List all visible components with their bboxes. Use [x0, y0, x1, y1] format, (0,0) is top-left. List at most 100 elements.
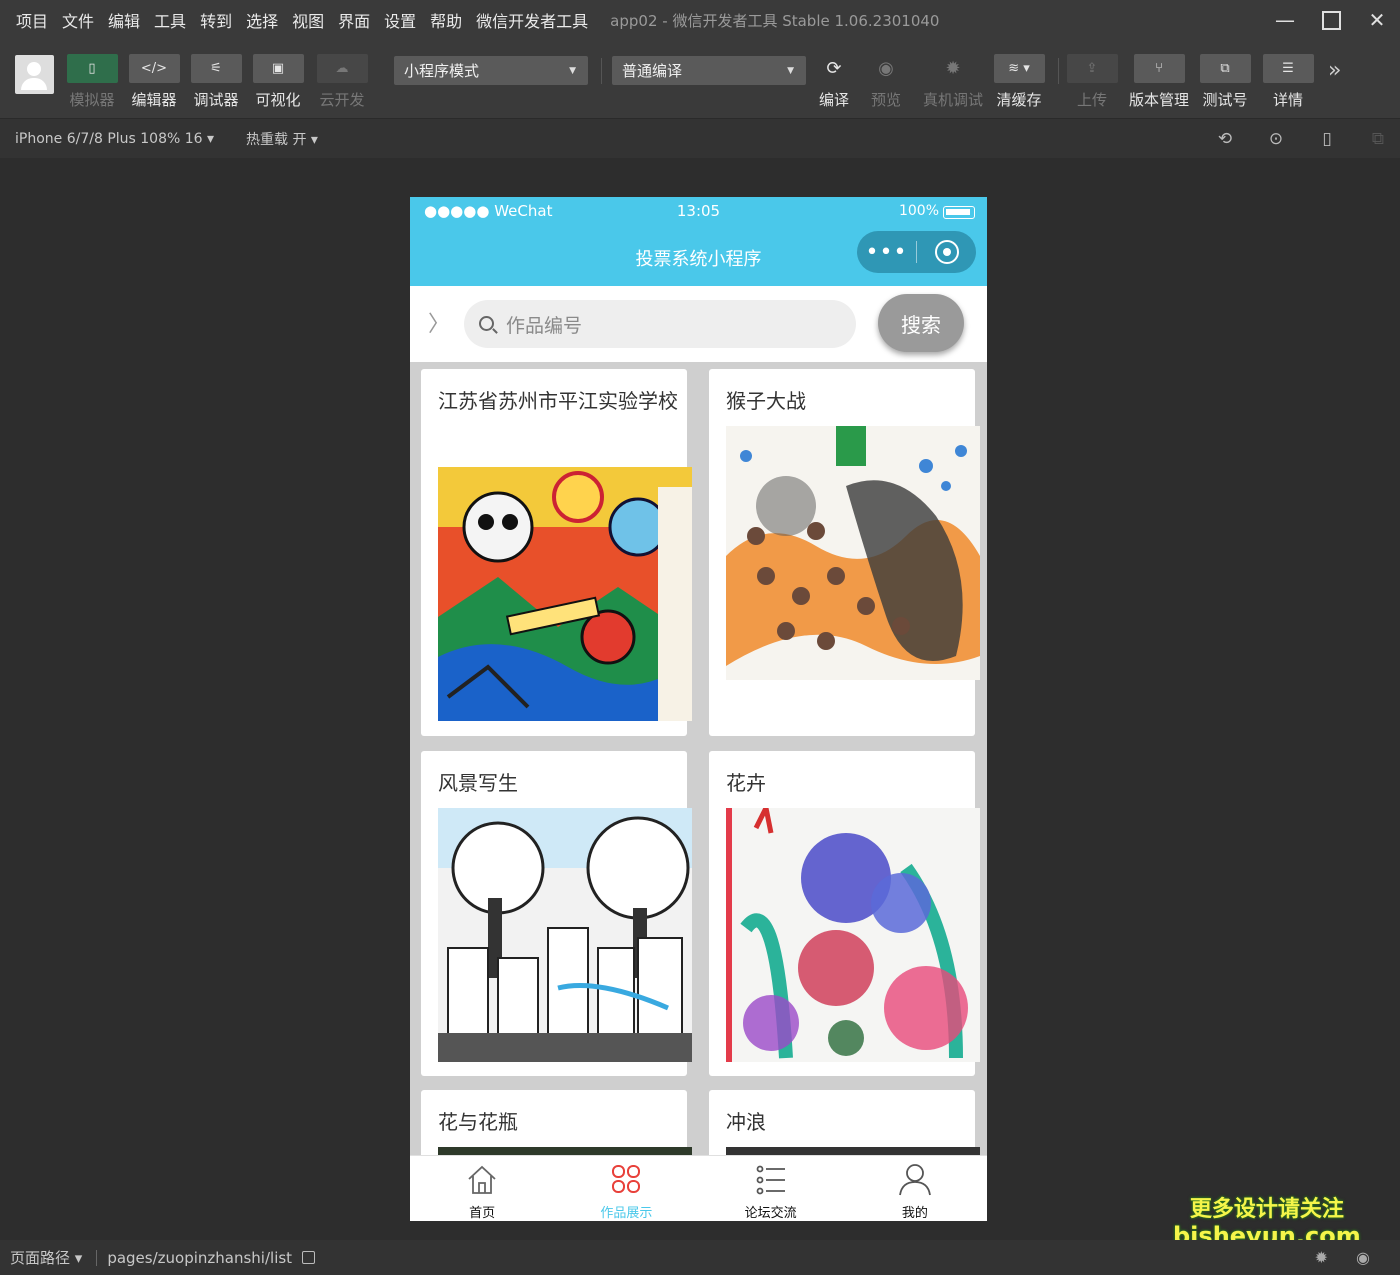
simulator-bar: iPhone 6/7/8 Plus 108% 16 ▾ 热重载 开 ▾ ⟲ ⊙ …	[0, 118, 1400, 158]
device-icon[interactable]: ▯	[1317, 129, 1337, 149]
chevron-right-icon[interactable]: 〉	[428, 306, 450, 338]
tab-works[interactable]: 作品展示	[554, 1156, 698, 1221]
sliders-icon: ⚟	[190, 54, 242, 83]
close-icon: ✕	[1368, 8, 1386, 32]
tab-forum-label: 论坛交流	[744, 1206, 797, 1221]
more-icon[interactable]: »	[1328, 58, 1341, 83]
work-card[interactable]: 花卉	[709, 751, 980, 1076]
work-title: 花与花瓶	[438, 1110, 518, 1134]
capsule-button: •••	[857, 231, 976, 273]
layers-icon: ≋ ▾	[993, 54, 1045, 83]
menu-view[interactable]: 视图	[292, 8, 324, 32]
refresh-icon: ⟳	[826, 58, 842, 79]
work-card[interactable]: 风景写生	[421, 751, 692, 1076]
menu-edit[interactable]: 编辑	[108, 8, 140, 32]
toolbar: ▯ 模拟器 </> 编辑器 ⚟ 调试器 ▣ 可视化 ☁ 云开发 小程序模式 ▼ …	[0, 40, 1400, 118]
cloud-tool[interactable]: ☁ 云开发	[315, 54, 369, 110]
hot-reload-toggle[interactable]: 热重载 开 ▾	[246, 129, 318, 149]
tab-bar: 首页 作品展示 论坛交流 我的	[410, 1155, 987, 1221]
tab-mine[interactable]: 我的	[843, 1156, 987, 1221]
copy-icon[interactable]	[302, 1251, 316, 1264]
menu-project[interactable]: 项目	[16, 8, 48, 32]
tab-home[interactable]: 首页	[410, 1156, 554, 1221]
menu-interface[interactable]: 界面	[338, 8, 370, 32]
battery-text: 100%	[898, 203, 939, 219]
menu-items: 项目 文件 编辑 工具 转到 选择 视图 界面 设置 帮助 微信开发者工具	[0, 8, 602, 32]
version-tool[interactable]: ⑂ 版本管理	[1126, 54, 1192, 110]
tab-mine-label: 我的	[901, 1206, 928, 1221]
work-card[interactable]: 江苏省苏州市平江实验学校	[421, 369, 692, 736]
status-actions: ✹ ◉	[1287, 1248, 1370, 1267]
menu-goto[interactable]: 转到	[200, 8, 232, 32]
phone-simulator: ●●●●● WeChat 13:05 100% 投票系统小程序 ••• 〉 作品…	[410, 197, 987, 1221]
layout-icon: ▣	[252, 54, 304, 83]
tab-home-label: 首页	[469, 1206, 496, 1221]
more-dots-icon[interactable]: •••	[857, 240, 916, 265]
work-card[interactable]: 花与花瓶	[421, 1090, 692, 1155]
stop-icon[interactable]: ⊙	[1266, 129, 1286, 149]
clear-cache-tool[interactable]: ≋ ▾ 清缓存	[992, 54, 1046, 110]
window-controls: — ✕	[1262, 0, 1400, 40]
work-title: 江苏省苏州市平江实验学校	[438, 389, 678, 413]
mode-select[interactable]: 小程序模式 ▼	[394, 56, 588, 85]
list-icon	[699, 1156, 843, 1196]
upload-label: 上传	[1076, 91, 1107, 109]
close-button[interactable]: ✕	[1354, 0, 1400, 40]
editor-tool[interactable]: </> 编辑器	[127, 54, 181, 110]
upload-tool[interactable]: ⇪ 上传	[1065, 54, 1119, 110]
preview-tool[interactable]: ◉ 预览	[859, 54, 913, 110]
popout-icon[interactable]: ⧉	[1368, 129, 1388, 149]
works-grid: 江苏省苏州市平江实验学校 猴子大战 风景写生 花卉 花与花瓶 冲浪	[410, 362, 987, 1155]
test-account-tool[interactable]: ⧉ 测试号	[1198, 54, 1252, 110]
menu-bar: 项目 文件 编辑 工具 转到 选择 视图 界面 设置 帮助 微信开发者工具 ap…	[0, 0, 1400, 40]
eye-icon[interactable]: ◉	[1356, 1248, 1370, 1267]
page-path-select[interactable]: 页面路径 ▾	[10, 1247, 82, 1268]
maximize-button[interactable]	[1308, 0, 1354, 40]
work-card[interactable]: 猴子大战	[709, 369, 980, 736]
simulator-tool[interactable]: ▯ 模拟器	[65, 54, 119, 110]
remote-debug-tool[interactable]: ✹ 真机调试	[918, 54, 988, 110]
compile-select[interactable]: 普通编译 ▼	[612, 56, 806, 85]
details-tool[interactable]: ☰ 详情	[1261, 54, 1315, 110]
work-card[interactable]: 冲浪	[709, 1090, 980, 1155]
tab-forum[interactable]: 论坛交流	[699, 1156, 843, 1221]
search-button[interactable]: 搜索	[878, 294, 964, 352]
work-title: 冲浪	[726, 1110, 766, 1134]
menu-tools[interactable]: 工具	[154, 8, 186, 32]
search-placeholder: 作品编号	[506, 314, 583, 337]
menu-select[interactable]: 选择	[246, 8, 278, 32]
test-account-label: 测试号	[1202, 91, 1248, 109]
watermark-line1: 更多设计请关注	[1189, 1197, 1344, 1222]
work-title: 猴子大战	[726, 389, 806, 413]
avatar[interactable]	[15, 55, 54, 94]
upload-icon: ⇪	[1066, 54, 1118, 83]
menu-file[interactable]: 文件	[62, 8, 94, 32]
device-select[interactable]: iPhone 6/7/8 Plus 108% 16 ▾	[15, 131, 214, 147]
debugger-tool[interactable]: ⚟ 调试器	[189, 54, 243, 110]
simulator-label: 模拟器	[69, 91, 115, 109]
search-input[interactable]: 作品编号	[464, 300, 856, 348]
search-bar: 〉 作品编号 搜索	[410, 286, 987, 362]
branch-icon: ⑂	[1133, 54, 1185, 83]
menu-devtools[interactable]: 微信开发者工具	[476, 8, 588, 32]
artwork-image	[726, 426, 980, 680]
phone-status-bar: ●●●●● WeChat 13:05 100%	[410, 197, 987, 227]
bug-icon[interactable]: ✹	[1315, 1248, 1328, 1267]
preview-label: 预览	[870, 91, 901, 109]
visual-tool[interactable]: ▣ 可视化	[251, 54, 305, 110]
cloud-label: 云开发	[319, 91, 365, 109]
caret-down-icon: ▼	[787, 65, 794, 76]
clear-cache-label: 清缓存	[996, 91, 1042, 109]
menu-help[interactable]: 帮助	[430, 8, 462, 32]
rotate-icon[interactable]: ⟲	[1215, 129, 1235, 149]
bug-icon: ✹	[945, 58, 961, 79]
divider	[96, 1249, 98, 1266]
compile-tool[interactable]: ⟳ 编译	[807, 54, 861, 110]
menu-settings[interactable]: 设置	[384, 8, 416, 32]
cloud-icon: ☁	[316, 54, 368, 83]
close-miniprogram-button[interactable]	[917, 240, 976, 264]
external-link-icon: ⧉	[1199, 54, 1251, 83]
status-bar: 页面路径 ▾ pages/zuopinzhanshi/list ✹ ◉	[0, 1240, 1400, 1275]
minimize-button[interactable]: —	[1262, 0, 1308, 40]
artwork-image	[438, 1147, 692, 1155]
